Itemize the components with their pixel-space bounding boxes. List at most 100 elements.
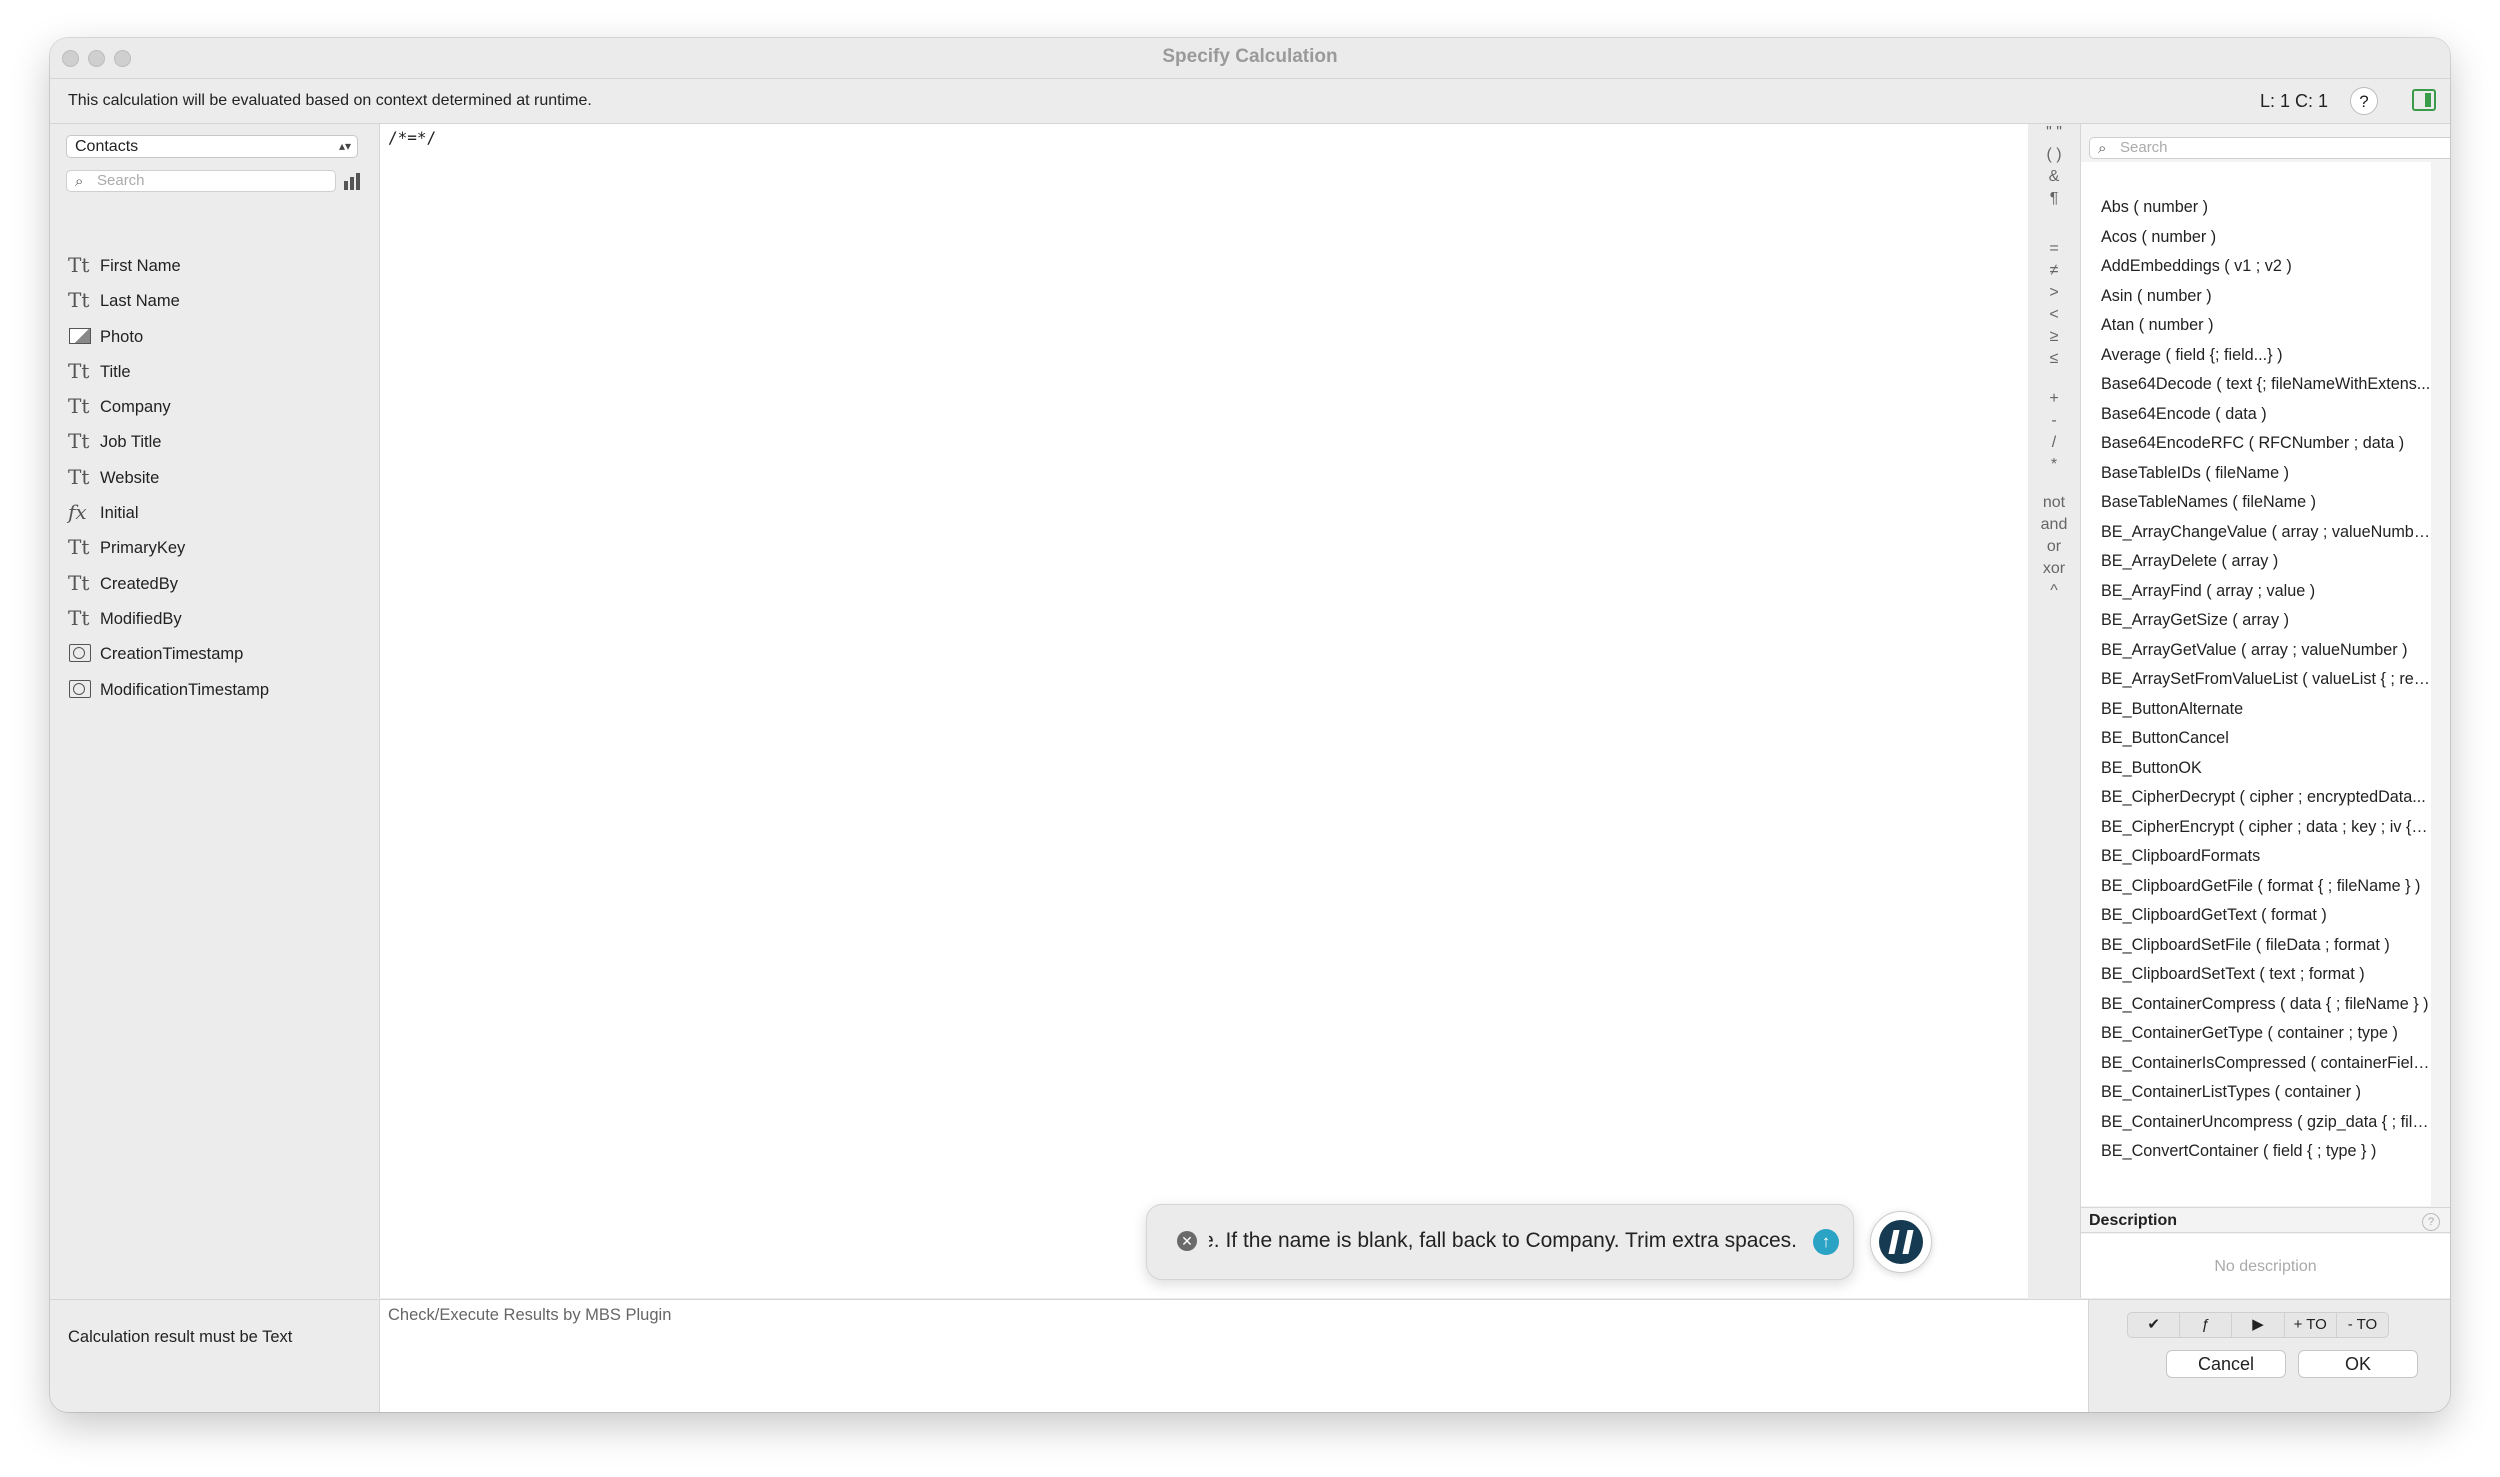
field-name: Job Title (100, 433, 162, 452)
assistant-prompt-bar: ✕ able. If the name is blank, fall back … (1146, 1204, 1854, 1280)
operator-xor[interactable]: xor (2028, 560, 2080, 578)
function-item[interactable]: BE_ArrayChangeValue ( array ; valueNumbe… (2101, 523, 2431, 542)
timestamp-field-icon (69, 644, 91, 663)
context-text: This calculation will be evaluated based… (68, 92, 592, 109)
search-icon: ⌕ (75, 173, 84, 190)
title-bar: Specify Calculation (50, 38, 2450, 79)
function-item[interactable]: BE_ContainerCompress ( data { ; fileName… (2101, 995, 2431, 1014)
function-item[interactable]: BE_ClipboardFormats (2101, 847, 2431, 866)
mbs-toolbar: ✔ ƒ ▶ + TO - TO (2127, 1312, 2389, 1338)
text-field-icon: Tt (68, 394, 90, 419)
operator-not-equal[interactable]: ≠ (2028, 262, 2080, 280)
function-item[interactable]: BE_ContainerListTypes ( container ) (2101, 1083, 2431, 1102)
function-item[interactable]: BE_ContainerIsCompressed ( containerFiel… (2101, 1054, 2431, 1073)
format-button[interactable]: ƒ (2180, 1313, 2233, 1337)
operator-pilcrow[interactable]: ¶ (2028, 190, 2080, 208)
operator-not[interactable]: not (2028, 494, 2080, 512)
field-name: Website (100, 468, 160, 487)
function-item[interactable]: AddEmbeddings ( v1 ; v2 ) (2101, 257, 2431, 276)
operator-and[interactable]: and (2028, 516, 2080, 534)
functions-search-input[interactable]: ⌕ Search (2089, 137, 2450, 159)
check-button[interactable]: ✔ (2128, 1313, 2181, 1337)
operator-parentheses[interactable]: ( ) (2028, 146, 2080, 164)
function-item[interactable]: Atan ( number ) (2101, 316, 2431, 335)
operator-equal[interactable]: = (2028, 240, 2080, 258)
function-item[interactable]: Asin ( number ) (2101, 287, 2431, 306)
table-select[interactable]: Contacts ▴▾ (66, 135, 358, 158)
description-help-icon[interactable]: ? (2422, 1213, 2440, 1231)
function-item[interactable]: BaseTableIDs ( fileName ) (2101, 464, 2431, 483)
function-item[interactable]: BE_ClipboardGetFile ( format { ; fileNam… (2101, 877, 2431, 896)
function-item[interactable]: Base64EncodeRFC ( RFCNumber ; data ) (2101, 434, 2431, 453)
function-item[interactable]: Acos ( number ) (2101, 228, 2431, 247)
function-item[interactable]: BE_ClipboardSetFile ( fileData ; format … (2101, 936, 2431, 955)
function-item[interactable]: BaseTableNames ( fileName ) (2101, 493, 2431, 512)
function-item[interactable]: BE_ArrayGetValue ( array ; valueNumber ) (2101, 641, 2431, 660)
operator-multiply[interactable]: * (2028, 456, 2080, 474)
text-field-icon: Tt (68, 358, 90, 383)
field-name: Photo (100, 327, 144, 346)
operator-concatenate[interactable]: & (2028, 168, 2080, 186)
send-prompt-button[interactable]: ↑ (1813, 1229, 1839, 1255)
add-to-button[interactable]: + TO (2285, 1313, 2337, 1337)
operator-quotes[interactable]: " " (2028, 124, 2080, 142)
remove-to-button[interactable]: - TO (2337, 1313, 2388, 1337)
description-text: No description (2214, 1258, 2317, 1275)
ok-button[interactable]: OK (2298, 1350, 2418, 1378)
function-item[interactable]: BE_ArraySetFromValueList ( valueList { ;… (2101, 670, 2431, 689)
operator-greater[interactable]: > (2028, 284, 2080, 302)
function-item[interactable]: BE_ClipboardGetText ( format ) (2101, 906, 2431, 925)
operator-less[interactable]: < (2028, 306, 2080, 324)
toggle-panel-icon[interactable] (2412, 89, 2436, 111)
assistant-logo-icon (1879, 1220, 1923, 1264)
function-item[interactable]: BE_ArrayDelete ( array ) (2101, 552, 2431, 571)
function-item[interactable]: BE_CipherDecrypt ( cipher ; encryptedDat… (2101, 788, 2431, 807)
operator-power[interactable]: ^ (2028, 582, 2080, 600)
operator-plus[interactable]: + (2028, 390, 2080, 408)
function-item[interactable]: Average ( field {; field...} ) (2101, 346, 2431, 365)
operator-greater-equal[interactable]: ≥ (2028, 328, 2080, 346)
function-item[interactable]: Base64Decode ( text {; fileNameWithExten… (2101, 375, 2431, 394)
window-title: Specify Calculation (1162, 46, 1338, 67)
results-area[interactable]: Check/Execute Results by MBS Plugin (379, 1300, 2089, 1412)
function-list: Abs ( number ) Acos ( number ) AddEmbedd… (2081, 162, 2431, 1206)
select-arrows-icon: ▴▾ (338, 139, 351, 153)
text-field-icon: Tt (68, 288, 90, 313)
calculation-editor[interactable]: /*=*/ (379, 124, 2029, 1298)
description-box: No description (2081, 1234, 2450, 1298)
function-item[interactable]: BE_ArrayFind ( array ; value ) (2101, 582, 2431, 601)
description-title: Description (2089, 1212, 2178, 1229)
function-item[interactable]: BE_ClipboardSetText ( text ; format ) (2101, 965, 2431, 984)
operator-minus[interactable]: - (2028, 412, 2080, 430)
info-bar: This calculation will be evaluated based… (50, 79, 2450, 124)
function-item[interactable]: BE_ButtonOK (2101, 759, 2431, 778)
fields-panel: Contacts ▴▾ ⌕ Search Tt First Name Tt La… (50, 124, 378, 1300)
function-item[interactable]: BE_ConvertContainer ( field { ; type } ) (2101, 1142, 2431, 1161)
help-button[interactable]: ? (2350, 87, 2378, 115)
sort-options-icon[interactable] (344, 172, 364, 190)
operator-less-equal[interactable]: ≤ (2028, 350, 2080, 368)
operator-divide[interactable]: / (2028, 434, 2080, 452)
function-item[interactable]: BE_CipherEncrypt ( cipher ; data ; key ;… (2101, 818, 2431, 837)
cancel-button[interactable]: Cancel (2166, 1350, 2286, 1378)
execute-button[interactable]: ▶ (2232, 1313, 2285, 1337)
functions-search-placeholder: Search (2120, 139, 2168, 156)
field-name: Initial (100, 504, 139, 523)
prompt-input[interactable]: able. If the name is blank, fall back to… (1209, 1229, 1797, 1253)
description-header: Description ? (2081, 1207, 2450, 1233)
text-field-icon: Tt (68, 535, 90, 560)
functions-panel: ⌕ Search Abs ( number ) Acos ( number ) … (2081, 124, 2450, 1298)
assistant-avatar[interactable] (1870, 1211, 1932, 1273)
function-item[interactable]: Abs ( number ) (2101, 198, 2431, 217)
text-field-icon: Tt (68, 570, 90, 595)
function-item[interactable]: BE_ContainerGetType ( container ; type ) (2101, 1024, 2431, 1043)
function-item[interactable]: Base64Encode ( data ) (2101, 405, 2431, 424)
operator-or[interactable]: or (2028, 538, 2080, 556)
function-item[interactable]: BE_ButtonAlternate (2101, 700, 2431, 719)
function-item[interactable]: BE_ContainerUncompress ( gzip_data { ; f… (2101, 1113, 2431, 1132)
clear-prompt-button[interactable]: ✕ (1177, 1231, 1197, 1251)
fields-search-input[interactable]: ⌕ Search (66, 170, 336, 192)
function-item[interactable]: BE_ButtonCancel (2101, 729, 2431, 748)
function-item[interactable]: BE_ArrayGetSize ( array ) (2101, 611, 2431, 630)
calculation-code: /*=*/ (388, 128, 437, 147)
